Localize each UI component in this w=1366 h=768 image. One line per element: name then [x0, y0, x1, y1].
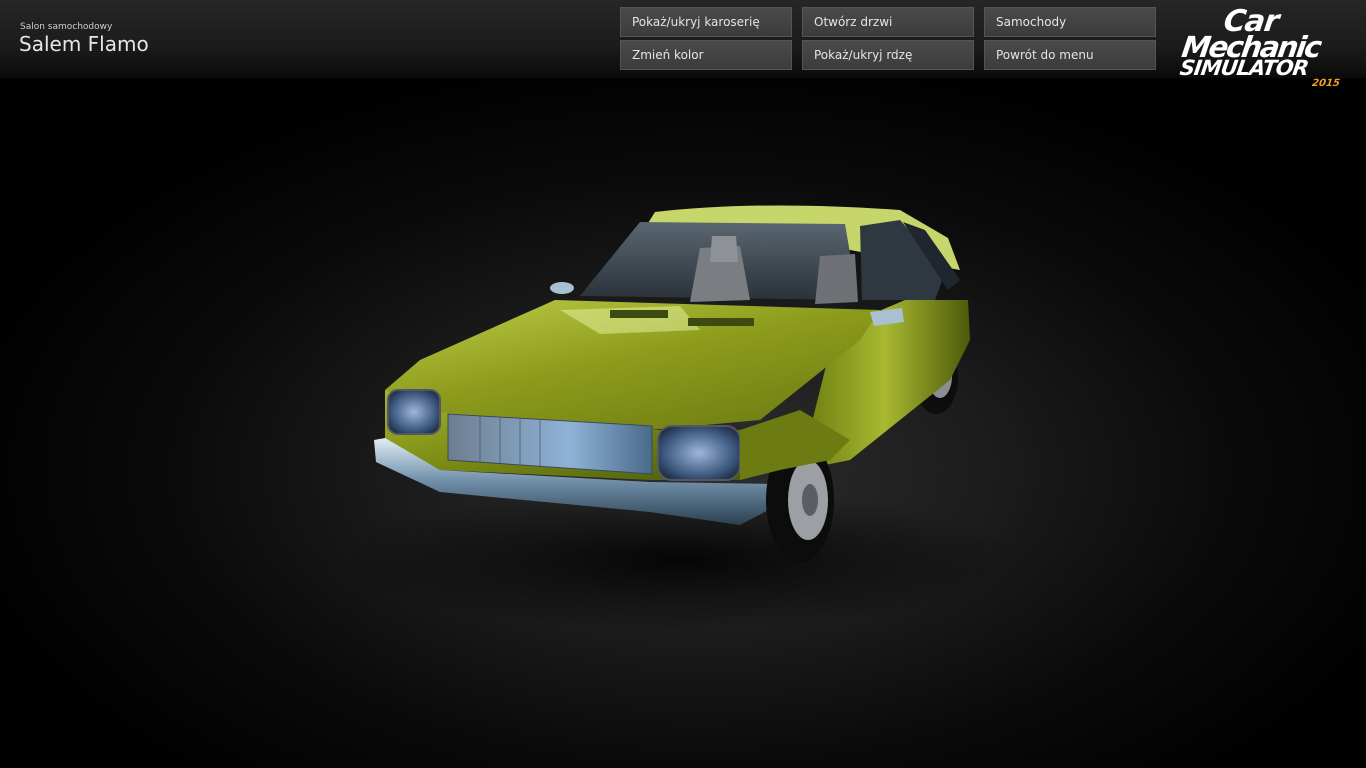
logo-year: 2015 — [1311, 78, 1341, 89]
location-subtitle: Salon samochodowy — [20, 22, 113, 32]
top-bar: Salon samochodowy Salem Flamo Pokaż/ukry… — [0, 0, 1366, 78]
showroom-viewport: Salon samochodowy Salem Flamo Pokaż/ukry… — [0, 0, 1366, 768]
toggle-body-button[interactable]: Pokaż/ukryj karoserię — [620, 7, 792, 37]
car-render[interactable] — [0, 0, 1366, 768]
change-color-button[interactable]: Zmień kolor — [620, 40, 792, 70]
car-name-title: Salem Flamo — [19, 32, 149, 56]
toggle-rust-button[interactable]: Pokaż/ukryj rdzę — [802, 40, 974, 70]
logo-line-simulator: SIMULATOR — [1178, 56, 1310, 80]
back-to-menu-button[interactable]: Powrót do menu — [984, 40, 1156, 70]
game-logo: Car Mechanic SIMULATOR 2015 — [1176, 4, 1348, 92]
open-doors-button[interactable]: Otwórz drzwi — [802, 7, 974, 37]
cars-button[interactable]: Samochody — [984, 7, 1156, 37]
